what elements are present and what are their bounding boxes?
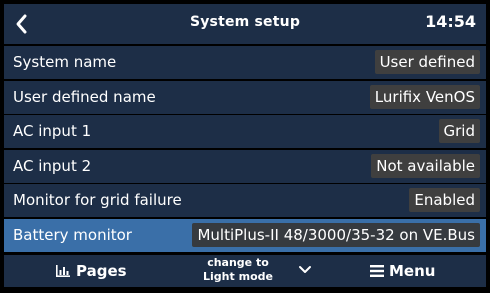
pages-button[interactable]: Pages	[56, 261, 127, 281]
setting-battery-monitor[interactable]: Battery monitor MultiPlus-II 48/3000/35-…	[4, 218, 486, 252]
header-bar: System setup 14:54	[4, 4, 486, 44]
setting-label: User defined name	[13, 87, 156, 106]
setting-value: Enabled	[409, 188, 480, 213]
setting-label: AC input 2	[13, 156, 92, 175]
pages-label: Pages	[76, 262, 127, 280]
change-mode-label: change to Light mode	[184, 256, 292, 284]
setting-monitor-grid-failure[interactable]: Monitor for grid failure Enabled	[4, 184, 486, 218]
menu-label: Menu	[389, 262, 436, 280]
change-mode-button[interactable]: change to Light mode	[184, 255, 314, 287]
setting-value: User defined	[374, 50, 480, 74]
setting-label: Battery monitor	[13, 225, 132, 244]
footer-bar: Pages change to Light mode Menu	[4, 255, 486, 287]
clock: 14:54	[425, 12, 476, 31]
change-mode-line2: Light mode	[203, 270, 273, 283]
setting-label: Monitor for grid failure	[13, 191, 182, 210]
setting-value: MultiPlus-II 48/3000/35-32 on VE.Bus	[192, 222, 480, 247]
bar-chart-icon	[56, 265, 70, 277]
setting-value: Lurifix VenOS	[369, 84, 480, 109]
setting-user-defined-name[interactable]: User defined name Lurifix VenOS	[4, 80, 486, 114]
app-frame: System setup 14:54 System name User defi…	[2, 2, 488, 289]
setting-value: Not available	[371, 153, 480, 178]
setting-label: System name	[13, 53, 117, 71]
hamburger-icon	[370, 265, 384, 277]
setting-value: Grid	[438, 119, 480, 144]
settings-list: System name User defined User defined na…	[4, 46, 486, 254]
chevron-down-icon	[299, 266, 311, 273]
change-mode-line1: change to	[207, 256, 269, 269]
menu-button[interactable]: Menu	[370, 261, 435, 281]
setting-label: AC input 1	[13, 122, 92, 141]
setting-ac-input-2[interactable]: AC input 2 Not available	[4, 149, 486, 183]
setting-system-name[interactable]: System name User defined	[4, 46, 486, 79]
page-title: System setup	[189, 14, 301, 30]
setting-ac-input-1[interactable]: AC input 1 Grid	[4, 115, 486, 149]
